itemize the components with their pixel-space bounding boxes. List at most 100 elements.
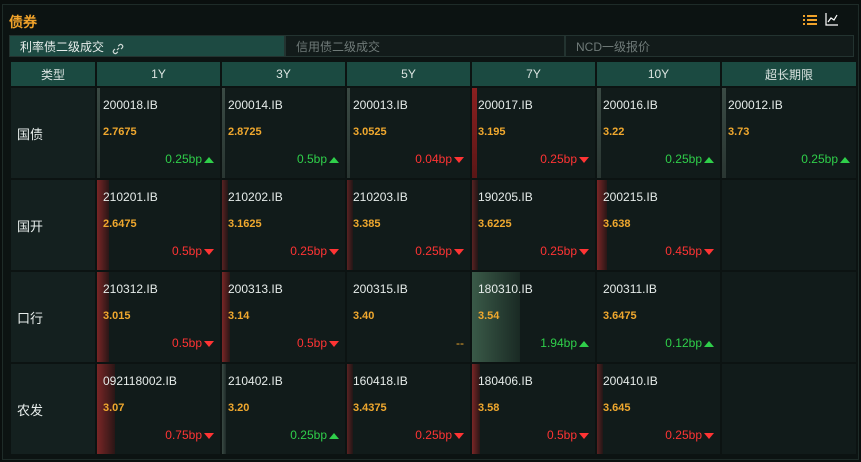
bond-yield: 3.6475 <box>603 310 637 322</box>
quote-cell[interactable]: 200017.IB 3.195 0.25bp <box>472 88 595 178</box>
column-header-3y: 3Y <box>222 62 345 86</box>
bond-yield: 3.015 <box>103 310 131 322</box>
arrow-up-icon <box>840 156 850 163</box>
column-header-type: 类型 <box>11 62 95 86</box>
bond-code: 210201.IB <box>103 190 158 204</box>
quote-cell[interactable]: 210202.IB 3.1625 0.25bp <box>222 180 345 270</box>
yield-change-value: 0.25bp <box>290 428 327 442</box>
row-type-label: 国债 <box>11 88 95 178</box>
table-row: 国债 200018.IB 2.7675 0.25bp 200014.IB 2.8725 0.… <box>11 88 856 178</box>
quote-cell <box>722 272 856 362</box>
change-bar <box>222 88 225 178</box>
quote-cell[interactable]: 180310.IB 3.54 1.94bp <box>472 272 595 362</box>
bond-yield: 3.07 <box>103 402 125 414</box>
bond-yield: 3.58 <box>478 402 500 414</box>
quote-cell[interactable]: 200018.IB 2.7675 0.25bp <box>97 88 220 178</box>
bond-panel: 债券 利率债二级成交 信用债二级成交 NCD一级报价 类型 1Y 3Y 5Y 7… <box>2 4 859 460</box>
quote-cell[interactable]: 200215.IB 3.638 0.45bp <box>597 180 720 270</box>
arrow-up-icon <box>704 156 714 163</box>
quote-cell[interactable]: 200013.IB 3.0525 0.04bp <box>347 88 470 178</box>
arrow-up-icon <box>704 340 714 347</box>
yield-change-value: 0.5bp <box>171 244 202 258</box>
yield-change: 0.5bp <box>297 152 339 166</box>
yield-change-value: 0.25bp <box>415 428 452 442</box>
bond-code: 200313.IB <box>228 282 283 296</box>
link-icon[interactable] <box>112 40 124 62</box>
bond-code: 210202.IB <box>228 190 283 204</box>
arrow-down-icon <box>329 248 339 255</box>
yield-change: 0.75bp <box>165 428 214 442</box>
yield-change: 0.12bp <box>665 336 714 350</box>
tab-label: 信用债二级成交 <box>296 40 381 54</box>
yield-change: 0.25bp <box>165 152 214 166</box>
yield-change: 0.5bp <box>547 428 589 442</box>
change-bar <box>722 88 726 178</box>
table-row: 国开 210201.IB 2.6475 0.5bp 210202.IB 3.1625 0.2… <box>11 180 856 270</box>
yield-change-value: 0.25bp <box>415 244 452 258</box>
panel-title: 债券 <box>9 14 37 30</box>
yield-change-value: 0.25bp <box>801 152 838 166</box>
yield-change-value: 0.04bp <box>415 152 452 166</box>
row-type-label: 农发 <box>11 364 95 454</box>
change-bar <box>597 88 601 178</box>
bond-code: 180406.IB <box>478 374 533 388</box>
yield-change-value: 0.25bp <box>165 152 202 166</box>
bond-code: 200014.IB <box>228 98 283 112</box>
bond-code: 200215.IB <box>603 190 658 204</box>
column-header-5y: 5Y <box>347 62 470 86</box>
quote-cell[interactable]: 210201.IB 2.6475 0.5bp <box>97 180 220 270</box>
quote-cell[interactable]: 092118002.IB 3.07 0.75bp <box>97 364 220 454</box>
yield-change: 0.25bp <box>540 152 589 166</box>
tab-label: 利率债二级成交 <box>20 40 105 54</box>
bond-code: 210402.IB <box>228 374 283 388</box>
tab-credit-bond-secondary[interactable]: 信用债二级成交 <box>285 35 565 57</box>
bond-code: 200315.IB <box>353 282 408 296</box>
row-type-label: 口行 <box>11 272 95 362</box>
quote-cell[interactable]: 190205.IB 3.6225 0.25bp <box>472 180 595 270</box>
yield-change: 0.25bp <box>665 428 714 442</box>
arrow-up-icon <box>329 156 339 163</box>
bond-yield: 3.0525 <box>353 126 387 138</box>
yield-change: 0.25bp <box>665 152 714 166</box>
tab-rate-bond-secondary[interactable]: 利率债二级成交 <box>9 35 285 57</box>
yield-change-value: 0.25bp <box>540 152 577 166</box>
quote-cell[interactable]: 200315.IB 3.40 -- <box>347 272 470 362</box>
arrow-down-icon <box>579 248 589 255</box>
bond-code: 092118002.IB <box>103 374 177 388</box>
arrow-up-icon <box>329 432 339 439</box>
quote-cell[interactable]: 180406.IB 3.58 0.5bp <box>472 364 595 454</box>
list-icon[interactable] <box>803 13 819 27</box>
yield-change: 0.25bp <box>290 244 339 258</box>
yield-change-value: 0.45bp <box>665 244 702 258</box>
quote-cell[interactable]: 200016.IB 3.22 0.25bp <box>597 88 720 178</box>
quote-cell[interactable]: 210402.IB 3.20 0.25bp <box>222 364 345 454</box>
arrow-down-icon <box>329 340 339 347</box>
bond-code: 190205.IB <box>478 190 533 204</box>
bond-yield: 3.14 <box>228 310 250 322</box>
bond-code: 210312.IB <box>103 282 158 296</box>
bond-yield: 3.4375 <box>353 402 387 414</box>
quote-cell <box>722 364 856 454</box>
quote-cell[interactable]: 200311.IB 3.6475 0.12bp <box>597 272 720 362</box>
tab-bar: 利率债二级成交 信用债二级成交 NCD一级报价 <box>9 35 854 57</box>
quote-cell[interactable]: 200313.IB 3.14 0.5bp <box>222 272 345 362</box>
quote-cell[interactable]: 160418.IB 3.4375 0.25bp <box>347 364 470 454</box>
quote-cell[interactable]: 210203.IB 3.385 0.25bp <box>347 180 470 270</box>
quote-cell[interactable]: 210312.IB 3.015 0.5bp <box>97 272 220 362</box>
yield-change-value: 0.5bp <box>296 152 327 166</box>
arrow-up-icon <box>204 156 214 163</box>
arrow-down-icon <box>204 248 214 255</box>
quote-cell[interactable]: 200012.IB 3.73 0.25bp <box>722 88 856 178</box>
chart-icon[interactable] <box>825 13 841 27</box>
yield-change: 0.25bp <box>801 152 850 166</box>
table-row: 口行 210312.IB 3.015 0.5bp 200313.IB 3.14 0.5bp 2… <box>11 272 856 362</box>
tab-ncd-primary-quote[interactable]: NCD一级报价 <box>565 35 854 57</box>
bond-yield: 3.73 <box>728 126 750 138</box>
arrow-down-icon <box>704 432 714 439</box>
quote-cell[interactable]: 200410.IB 3.645 0.25bp <box>597 364 720 454</box>
yield-change: -- <box>456 336 464 350</box>
bond-yield: 3.6225 <box>478 218 512 230</box>
bond-yield: 3.40 <box>353 310 375 322</box>
panel-header: 债券 <box>3 5 858 33</box>
quote-cell[interactable]: 200014.IB 2.8725 0.5bp <box>222 88 345 178</box>
